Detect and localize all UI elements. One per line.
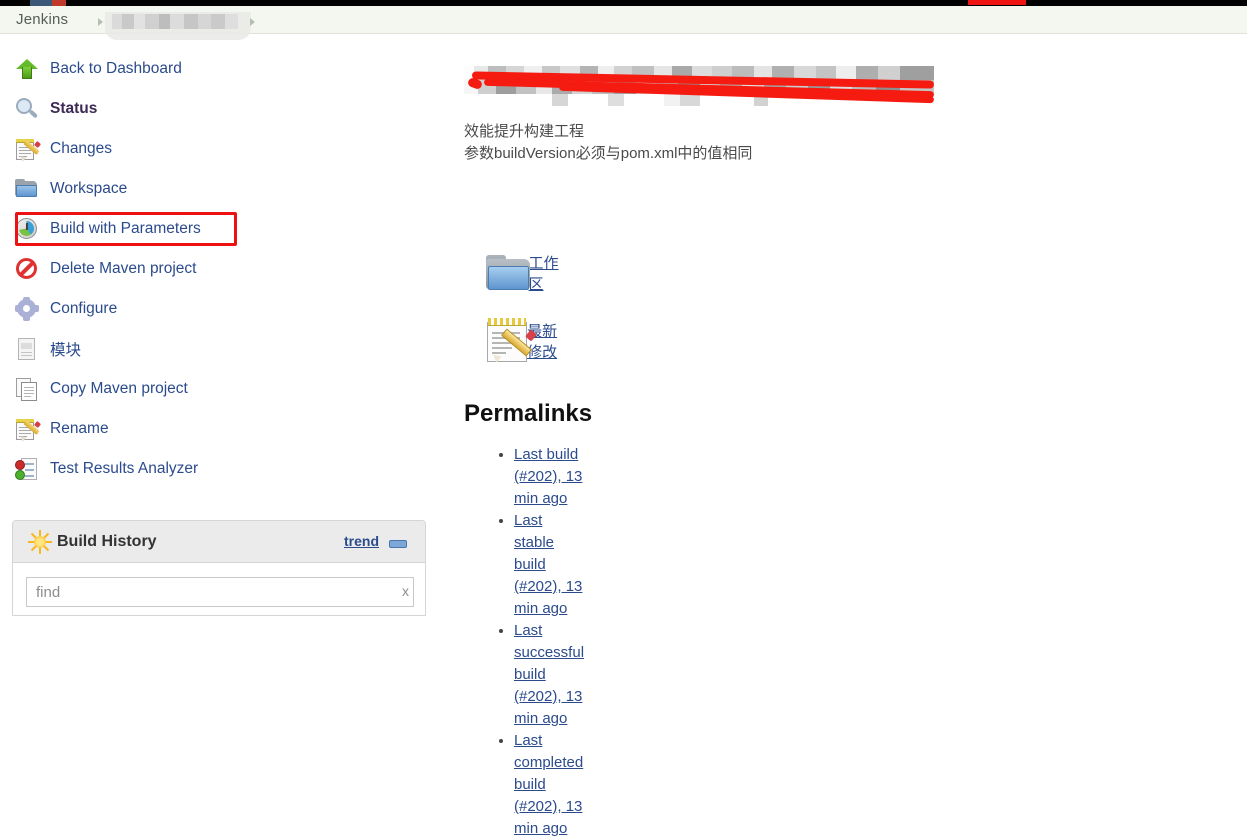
sidebar-item-changes[interactable]: Changes: [14, 134, 414, 164]
recent-changes-link-row[interactable]: 最新修改: [484, 316, 563, 366]
big-folder-icon: [484, 253, 530, 293]
workspace-link-row[interactable]: 工作区: [484, 252, 559, 294]
permalinks-heading: Permalinks: [464, 400, 593, 427]
up-arrow-icon: [14, 56, 40, 82]
build-history-header: Build History trend: [13, 521, 425, 563]
sidebar-item-label: Delete Maven project: [50, 260, 197, 277]
sidebar-item-modules[interactable]: 模块: [14, 334, 414, 364]
breadcrumb-separator-icon: [98, 18, 103, 26]
sidebar-item-label: Back to Dashboard: [50, 60, 182, 77]
test-results-icon: [14, 456, 40, 482]
sidebar-item-workspace[interactable]: Workspace: [14, 174, 414, 204]
sidebar-item-back-to-dashboard[interactable]: Back to Dashboard: [14, 54, 414, 84]
sidebar-item-build-with-parameters[interactable]: Build with Parameters: [14, 214, 414, 244]
build-history-find-input[interactable]: [26, 577, 414, 607]
list-item: Last completed build (#202), 13 min ago: [514, 730, 584, 840]
list-item: Last build (#202), 13 min ago: [514, 444, 584, 510]
sidebar-item-test-results-analyzer[interactable]: Test Results Analyzer: [14, 454, 414, 484]
sidebar-item-copy-maven-project[interactable]: Copy Maven project: [14, 374, 414, 404]
sidebar-item-label: Configure: [50, 300, 118, 317]
sidebar-item-label: Test Results Analyzer: [50, 460, 199, 477]
sidebar-item-label: Rename: [50, 420, 109, 437]
sidebar-item-label: Status: [50, 100, 98, 117]
sidebar-item-label: Copy Maven project: [50, 380, 188, 397]
breadcrumb-item-redacted[interactable]: [112, 14, 238, 29]
sidebar-item-status[interactable]: Status: [14, 94, 414, 124]
collapse-bar-icon[interactable]: [389, 540, 407, 548]
sidebar-item-label: Workspace: [50, 180, 128, 197]
permalink-last-stable-build[interactable]: Last stable build (#202), 13 min ago: [514, 512, 582, 617]
folder-icon: [14, 176, 40, 202]
browser-accent-segment: [968, 0, 1026, 5]
permalinks-list: Last build (#202), 13 min ago Last stabl…: [488, 444, 584, 840]
find-clear-button[interactable]: x: [402, 583, 409, 599]
list-item: Last stable build (#202), 13 min ago: [514, 510, 584, 620]
permalink-last-completed-build[interactable]: Last completed build (#202), 13 min ago: [514, 732, 583, 837]
build-clock-icon: [14, 216, 40, 242]
build-history-title: Build History: [57, 532, 157, 550]
notepad-pencil-icon: [14, 136, 42, 162]
notepad-pencil-icon: [14, 416, 42, 442]
workspace-link[interactable]: 工作区: [529, 252, 560, 294]
sidebar-item-rename[interactable]: Rename: [14, 414, 414, 444]
build-history-trend-link[interactable]: trend: [344, 533, 379, 549]
gear-icon: [14, 296, 40, 322]
build-history-panel: Build History trend x: [12, 520, 426, 616]
recent-changes-link[interactable]: 最新修改: [527, 320, 563, 362]
sidebar-item-configure[interactable]: Configure: [14, 294, 414, 324]
sidebar-item-label: 模块: [50, 342, 82, 359]
document-icon: [14, 336, 40, 362]
search-icon: [14, 96, 40, 122]
delete-icon: [14, 256, 40, 282]
list-item: Last successful build (#202), 13 min ago: [514, 620, 584, 730]
sidebar-item-delete-maven-project[interactable]: Delete Maven project: [14, 254, 414, 284]
big-notepad-icon: [484, 316, 537, 366]
job-title-redacted: [464, 66, 935, 106]
sidebar-item-label: Build with Parameters: [50, 220, 201, 237]
copy-icon: [14, 376, 40, 402]
sun-icon: [27, 529, 53, 555]
permalink-last-successful-build[interactable]: Last successful build (#202), 13 min ago: [514, 622, 584, 727]
breadcrumb: Jenkins: [0, 6, 1247, 40]
breadcrumb-separator-icon: [250, 18, 255, 26]
job-description-line: 效能提升构建工程: [464, 123, 585, 140]
sidebar-item-label: Changes: [50, 140, 113, 157]
job-description-line: 参数buildVersion必须与pom.xml中的值相同: [464, 145, 753, 162]
permalink-last-build[interactable]: Last build (#202), 13 min ago: [514, 446, 582, 507]
breadcrumb-item-jenkins[interactable]: Jenkins: [16, 11, 68, 28]
